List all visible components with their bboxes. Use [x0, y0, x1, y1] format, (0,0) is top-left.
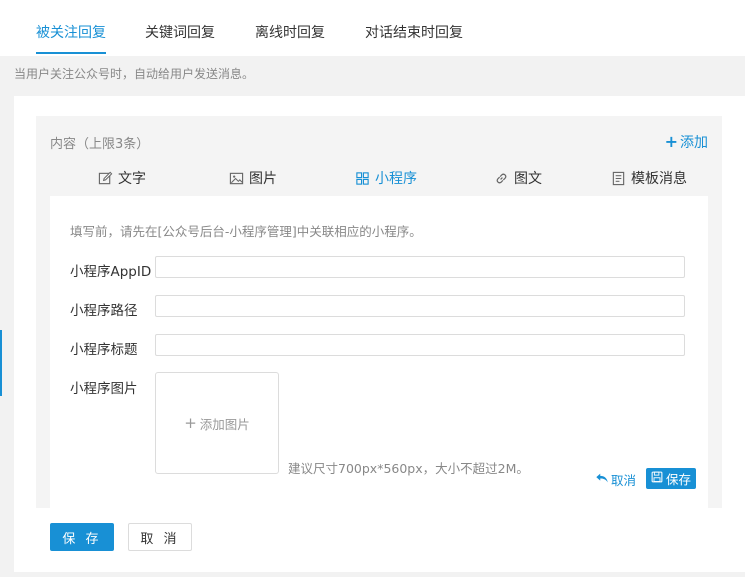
tab-type-article-label: 图文 [514, 171, 542, 187]
main-card: 内容（上限3条） + 添加 文字 图片 小程序 图文 模板消息 填写前，请先在[… [14, 96, 745, 572]
form-cancel-button[interactable]: 取消 [595, 470, 636, 489]
tab-type-template-label: 模板消息 [631, 171, 687, 187]
plus-icon: + [184, 414, 197, 432]
save-button[interactable]: 保 存 [50, 523, 114, 551]
add-content-button[interactable]: + 添加 [665, 132, 708, 152]
path-label: 小程序路径 [70, 303, 138, 319]
tab-type-article[interactable]: 图文 [494, 166, 542, 190]
edit-icon [98, 171, 113, 186]
top-tab-bar: 被关注回复 关键词回复 离线时回复 对话结束时回复 [0, 0, 745, 56]
image-icon [229, 171, 244, 186]
content-title: 内容（上限3条） [50, 137, 150, 152]
tab-type-text[interactable]: 文字 [98, 166, 146, 190]
image-label: 小程序图片 [70, 381, 138, 397]
upload-image-label: 添加图片 [199, 416, 250, 432]
undo-icon [595, 471, 609, 488]
left-scroll-indicator [0, 330, 2, 396]
title-label: 小程序标题 [70, 342, 138, 358]
miniprogram-form: 填写前，请先在[公众号后台-小程序管理]中关联相应的小程序。 小程序AppID … [50, 196, 708, 508]
upload-image-button[interactable]: + 添加图片 [155, 372, 279, 474]
tab-offline-reply[interactable]: 离线时回复 [255, 22, 325, 42]
title-input[interactable] [155, 334, 685, 356]
tab-keyword-reply[interactable]: 关键词回复 [145, 22, 215, 42]
tab-type-template[interactable]: 模板消息 [611, 166, 687, 190]
tab-type-miniprogram[interactable]: 小程序 [355, 166, 417, 190]
tab-type-miniprogram-label: 小程序 [375, 171, 417, 187]
content-box: 内容（上限3条） + 添加 文字 图片 小程序 图文 模板消息 填写前，请先在[… [36, 116, 722, 508]
page-tip: 当用户关注公众号时，自动给用户发送消息。 [14, 67, 255, 81]
tab-type-image-label: 图片 [249, 171, 277, 187]
appid-label: 小程序AppID [70, 264, 152, 280]
plus-icon: + [664, 132, 678, 151]
appid-input[interactable] [155, 256, 685, 278]
form-save-label: 保存 [666, 472, 692, 487]
grid-icon [355, 171, 370, 186]
save-icon [651, 471, 663, 486]
form-save-button[interactable]: 保存 [646, 468, 697, 489]
path-input[interactable] [155, 295, 685, 317]
content-type-tabs: 文字 图片 小程序 图文 模板消息 [36, 166, 722, 192]
cancel-button[interactable]: 取 消 [128, 523, 192, 551]
template-icon [611, 171, 626, 186]
add-content-label: 添加 [680, 135, 708, 151]
tab-followed-reply[interactable]: 被关注回复 [36, 22, 106, 54]
form-cancel-label: 取消 [611, 473, 637, 488]
form-hint: 填写前，请先在[公众号后台-小程序管理]中关联相应的小程序。 [70, 224, 422, 239]
tab-conversation-end-reply[interactable]: 对话结束时回复 [365, 22, 463, 42]
tab-type-text-label: 文字 [118, 171, 146, 187]
link-icon [494, 171, 509, 186]
tab-type-image[interactable]: 图片 [229, 166, 277, 190]
image-size-hint: 建议尺寸700px*560px，大小不超过2M。 [288, 461, 529, 476]
